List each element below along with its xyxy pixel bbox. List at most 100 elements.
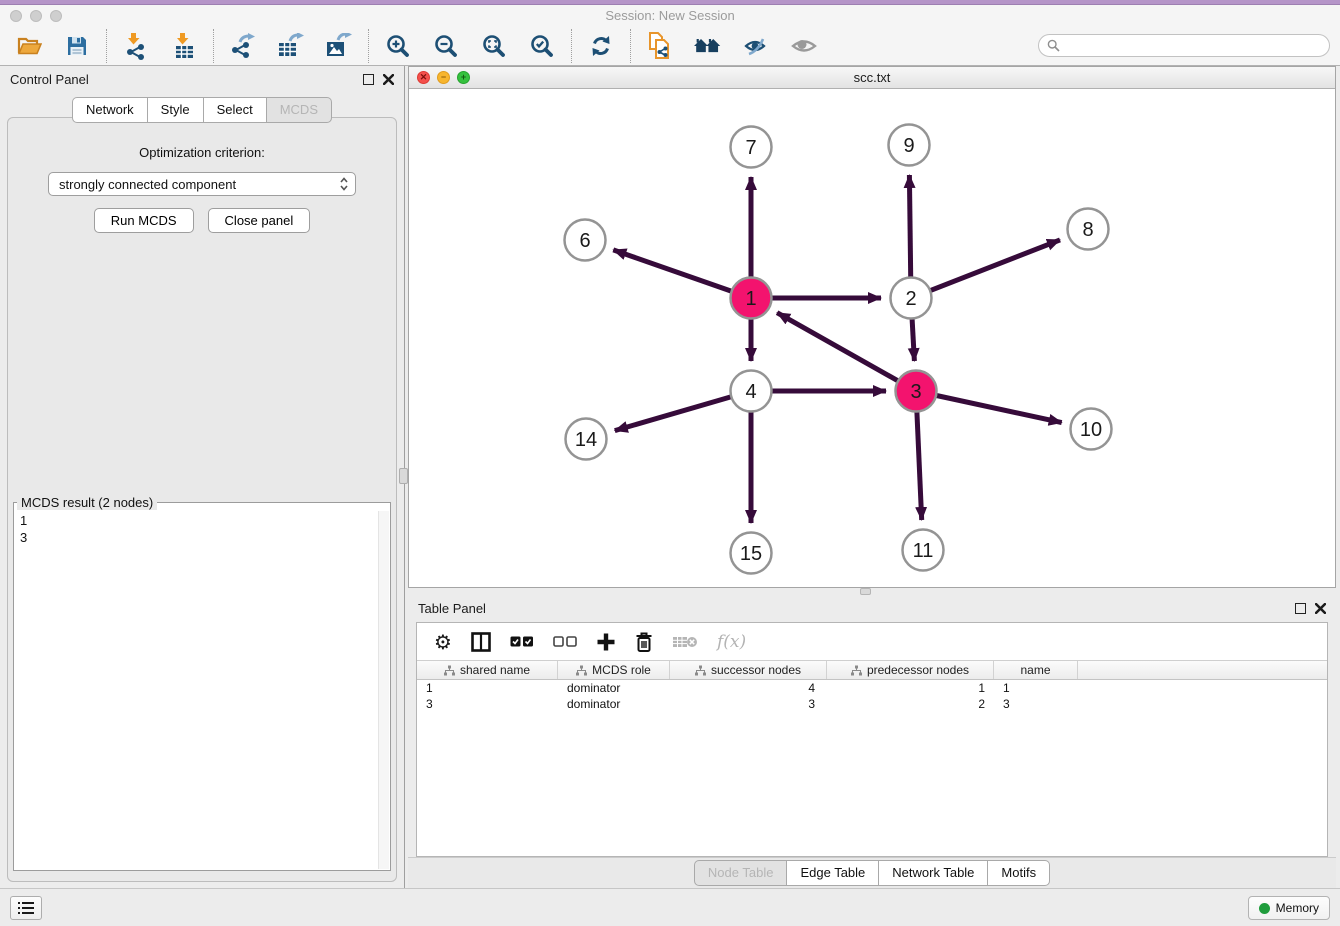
column-type-icon bbox=[695, 665, 706, 676]
edge-4-14[interactable] bbox=[615, 397, 731, 431]
table-divider-handle[interactable] bbox=[860, 588, 871, 595]
optimization-criterion-select[interactable]: strongly connected component bbox=[48, 172, 356, 196]
network-maximize-button[interactable]: + bbox=[457, 71, 470, 84]
float-panel-icon[interactable] bbox=[363, 74, 374, 85]
column-header-successor-nodes[interactable]: successor nodes bbox=[670, 661, 827, 679]
node-2[interactable]: 2 bbox=[891, 278, 932, 319]
export-table-icon[interactable] bbox=[277, 31, 305, 61]
deselect-all-columns-icon[interactable] bbox=[553, 636, 577, 648]
edge-1-6[interactable] bbox=[613, 250, 731, 291]
tab-style[interactable]: Style bbox=[148, 97, 204, 123]
network-canvas[interactable]: 7 9 6 8 1 2 4 3 14 10 15 11 bbox=[409, 89, 1335, 587]
edge-3-1[interactable] bbox=[777, 313, 898, 381]
zoom-in-icon[interactable] bbox=[384, 31, 412, 61]
optimization-criterion-value: strongly connected component bbox=[59, 177, 236, 192]
table-tab-node-table[interactable]: Node Table bbox=[694, 860, 788, 886]
close-panel-icon[interactable] bbox=[383, 74, 394, 85]
network-close-button[interactable]: ✕ bbox=[417, 71, 430, 84]
node-14[interactable]: 14 bbox=[566, 419, 607, 460]
svg-text:11: 11 bbox=[913, 540, 934, 562]
delete-column-icon[interactable] bbox=[635, 631, 653, 653]
node-9[interactable]: 9 bbox=[889, 125, 930, 166]
svg-text:1: 1 bbox=[745, 288, 756, 310]
cell-mcds-role[interactable]: dominator bbox=[558, 681, 670, 695]
node-7[interactable]: 7 bbox=[731, 127, 772, 168]
duplicate-network-icon[interactable] bbox=[646, 31, 674, 61]
apply-layout-icon[interactable] bbox=[587, 31, 615, 61]
edge-3-11[interactable] bbox=[917, 412, 922, 520]
add-column-icon[interactable] bbox=[596, 632, 616, 652]
float-table-panel-icon[interactable] bbox=[1295, 603, 1306, 614]
import-table-icon[interactable] bbox=[170, 31, 198, 61]
result-scrollbar[interactable] bbox=[378, 511, 389, 869]
hide-selected-icon[interactable] bbox=[742, 31, 770, 61]
tab-mcds[interactable]: MCDS bbox=[267, 97, 332, 123]
column-type-icon bbox=[444, 665, 455, 676]
search-input[interactable] bbox=[1065, 39, 1321, 53]
edge-2-8[interactable] bbox=[931, 240, 1060, 291]
cell-shared-name[interactable]: 1 bbox=[417, 681, 558, 695]
zoom-fit-icon[interactable] bbox=[480, 31, 508, 61]
import-network-icon[interactable] bbox=[122, 31, 150, 61]
node-8[interactable]: 8 bbox=[1068, 209, 1109, 250]
svg-text:4: 4 bbox=[745, 381, 756, 403]
cell-predecessor-nodes[interactable]: 1 bbox=[827, 681, 994, 695]
save-session-icon[interactable] bbox=[63, 31, 91, 61]
cell-predecessor-nodes[interactable]: 2 bbox=[827, 697, 994, 711]
search-box[interactable] bbox=[1038, 34, 1330, 57]
zoom-out-icon[interactable] bbox=[432, 31, 460, 61]
run-mcds-button[interactable]: Run MCDS bbox=[94, 208, 194, 233]
mcds-result-text[interactable]: 1 3 bbox=[14, 510, 390, 548]
cell-name[interactable]: 3 bbox=[994, 697, 1078, 711]
node-table: ⚙ bbox=[416, 622, 1328, 857]
task-history-button[interactable] bbox=[10, 896, 42, 920]
open-session-icon[interactable] bbox=[15, 31, 43, 61]
table-row[interactable]: 3dominator323 bbox=[417, 696, 1327, 712]
edge-2-3[interactable] bbox=[912, 319, 914, 361]
network-window-titlebar[interactable]: ✕ − + scc.txt bbox=[409, 67, 1335, 89]
cell-successor-nodes[interactable]: 4 bbox=[670, 681, 827, 695]
table-tab-edge-table[interactable]: Edge Table bbox=[787, 860, 879, 886]
column-type-icon bbox=[576, 665, 587, 676]
edge-2-9[interactable] bbox=[909, 175, 910, 277]
node-11[interactable]: 11 bbox=[903, 530, 944, 571]
cell-mcds-role[interactable]: dominator bbox=[558, 697, 670, 711]
tab-network[interactable]: Network bbox=[72, 97, 148, 123]
column-header-name[interactable]: name bbox=[994, 661, 1078, 679]
close-table-panel-icon[interactable] bbox=[1315, 603, 1326, 614]
show-all-icon[interactable] bbox=[790, 31, 818, 61]
svg-text:3: 3 bbox=[910, 381, 921, 403]
node-15[interactable]: 15 bbox=[731, 533, 772, 574]
column-header-mcds-role[interactable]: MCDS role bbox=[558, 661, 670, 679]
node-3[interactable]: 3 bbox=[896, 371, 937, 412]
close-panel-button[interactable]: Close panel bbox=[208, 208, 311, 233]
edge-3-10[interactable] bbox=[937, 396, 1062, 423]
export-image-icon[interactable] bbox=[325, 31, 353, 61]
node-4[interactable]: 4 bbox=[731, 371, 772, 412]
app-window: Session: New Session bbox=[0, 0, 1340, 926]
table-tab-network-table[interactable]: Network Table bbox=[879, 860, 988, 886]
panel-divider-handle[interactable] bbox=[399, 468, 408, 484]
table-row[interactable]: 1dominator411 bbox=[417, 680, 1327, 696]
memory-button[interactable]: Memory bbox=[1248, 896, 1330, 920]
cell-name[interactable]: 1 bbox=[994, 681, 1078, 695]
zoom-selected-icon[interactable] bbox=[528, 31, 556, 61]
tab-select[interactable]: Select bbox=[204, 97, 267, 123]
column-settings-icon[interactable]: ⚙ bbox=[434, 632, 452, 652]
table-panel-title: Table Panel bbox=[418, 601, 486, 616]
split-view-icon[interactable] bbox=[471, 632, 491, 652]
table-tab-motifs[interactable]: Motifs bbox=[988, 860, 1050, 886]
node-10[interactable]: 10 bbox=[1071, 409, 1112, 450]
table-body: 1dominator4113dominator323 bbox=[417, 680, 1327, 712]
status-bar: Memory bbox=[0, 888, 1340, 926]
cell-shared-name[interactable]: 3 bbox=[417, 697, 558, 711]
column-header-predecessor-nodes[interactable]: predecessor nodes bbox=[827, 661, 994, 679]
network-minimize-button[interactable]: − bbox=[437, 71, 450, 84]
node-6[interactable]: 6 bbox=[565, 220, 606, 261]
cell-successor-nodes[interactable]: 3 bbox=[670, 697, 827, 711]
node-1[interactable]: 1 bbox=[731, 278, 772, 319]
column-header-shared-name[interactable]: shared name bbox=[417, 661, 558, 679]
select-all-columns-icon[interactable] bbox=[510, 636, 534, 648]
first-neighbors-icon[interactable] bbox=[694, 31, 722, 61]
export-network-icon[interactable] bbox=[229, 31, 257, 61]
